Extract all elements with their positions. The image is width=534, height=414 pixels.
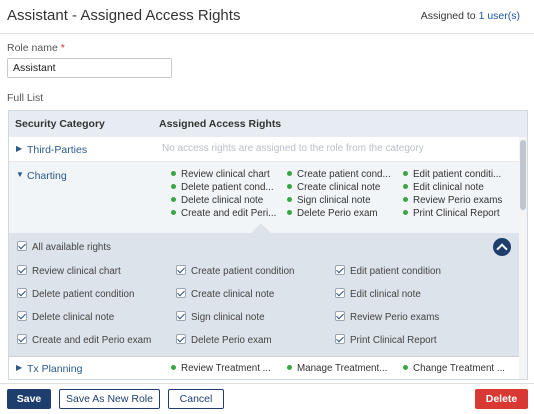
checkmark-icon[interactable]	[176, 288, 186, 298]
checkmark-icon[interactable]	[335, 311, 345, 321]
assigned-right-item: Create clinical note	[287, 182, 380, 193]
caret-right-icon[interactable]: ▶	[16, 144, 22, 153]
right-checkbox[interactable]: Edit clinical note	[335, 288, 421, 300]
right-checkbox[interactable]: Delete clinical note	[17, 311, 114, 323]
scrollbar-thumb[interactable]	[520, 140, 526, 210]
green-dot-icon	[171, 210, 176, 215]
checkmark-icon[interactable]	[17, 288, 27, 298]
charting-rights-panel: All available rights Review clinical cha…	[9, 223, 519, 356]
green-dot-icon	[287, 210, 292, 215]
access-rights-table: Security Category Assigned Access Rights…	[8, 110, 528, 380]
assigned-right-item: Delete clinical note	[171, 195, 263, 206]
checkmark-icon[interactable]	[17, 241, 27, 251]
right-checkbox[interactable]: Review Perio exams	[335, 311, 439, 323]
chevron-up-icon[interactable]	[493, 238, 511, 256]
save-as-new-role-button[interactable]: Save As New Role	[59, 389, 160, 409]
page-header: Assistant - Assigned Access Rights Assig…	[0, 0, 534, 34]
assigned-users: Assigned to 1 user(s)	[421, 10, 520, 22]
green-dot-icon	[287, 197, 292, 202]
delete-button[interactable]: Delete	[475, 389, 528, 409]
green-dot-icon	[287, 365, 292, 370]
assigned-right-item: Sign clinical note	[287, 195, 371, 206]
green-dot-icon	[171, 197, 176, 202]
green-dot-icon	[171, 184, 176, 189]
green-dot-icon	[403, 184, 408, 189]
green-dot-icon	[287, 184, 292, 189]
all-rights-checkbox[interactable]: All available rights	[17, 241, 111, 253]
page-title: Assistant - Assigned Access Rights	[7, 7, 241, 24]
checkmark-icon[interactable]	[176, 311, 186, 321]
col-assigned-access-rights: Assigned Access Rights	[159, 118, 282, 130]
green-dot-icon	[403, 197, 408, 202]
category-name: Charting	[27, 170, 67, 182]
assigned-right-item: Change Treatment ...	[403, 363, 505, 374]
green-dot-icon	[403, 210, 408, 215]
assigned-right-item: Create and edit Peri...	[171, 208, 276, 219]
role-name-label: Role name *	[7, 42, 65, 54]
checkmark-icon[interactable]	[17, 334, 27, 344]
checkmark-icon[interactable]	[335, 334, 345, 344]
right-checkbox[interactable]: Delete Perio exam	[176, 334, 272, 346]
checkmark-icon[interactable]	[335, 265, 345, 275]
assigned-right-item: Manage Treatment...	[287, 363, 387, 374]
save-button[interactable]: Save	[7, 389, 51, 409]
checkmark-icon[interactable]	[176, 334, 186, 344]
right-checkbox[interactable]: Print Clinical Report	[335, 334, 437, 346]
caret-down-icon[interactable]: ▼	[16, 170, 24, 179]
full-list-label: Full List	[7, 92, 44, 104]
category-row-charting[interactable]: ▼ Charting Review clinical chart Delete …	[9, 162, 519, 233]
assigned-right-item: Edit clinical note	[403, 182, 484, 193]
category-row-tx-planning[interactable]: ▶ Tx Planning Review Treatment ... Manag…	[9, 356, 519, 379]
right-checkbox[interactable]: Create patient condition	[176, 265, 294, 277]
category-name: Third-Parties	[27, 144, 88, 156]
green-dot-icon	[171, 365, 176, 370]
role-name-label-text: Role name	[7, 42, 58, 54]
checkmark-icon[interactable]	[17, 265, 27, 275]
assigned-right-item: Print Clinical Report	[403, 208, 500, 219]
assigned-right-item: Delete Perio exam	[287, 208, 378, 219]
right-checkbox[interactable]: Delete patient condition	[17, 288, 134, 300]
checkmark-icon[interactable]	[176, 265, 186, 275]
assigned-right-item: Review Perio exams	[403, 195, 502, 206]
assigned-users-link[interactable]: 1 user(s)	[479, 10, 520, 22]
green-dot-icon	[403, 171, 408, 176]
assigned-right-item: Review clinical chart	[171, 169, 270, 180]
checkmark-icon[interactable]	[335, 288, 345, 298]
checkmark-icon[interactable]	[17, 311, 27, 321]
right-checkbox[interactable]: Sign clinical note	[176, 311, 265, 323]
right-checkbox[interactable]: Edit patient condition	[335, 265, 441, 277]
green-dot-icon	[287, 171, 292, 176]
assigned-right-item: Create patient cond...	[287, 169, 391, 180]
table-header: Security Category Assigned Access Rights	[9, 111, 527, 137]
assigned-right-item: Delete patient cond...	[171, 182, 274, 193]
caret-right-icon[interactable]: ▶	[16, 363, 22, 372]
assigned-prefix: Assigned to	[420, 10, 479, 22]
footer-bar: Save Save As New Role Cancel Delete	[0, 383, 534, 414]
green-dot-icon	[403, 365, 408, 370]
cancel-button[interactable]: Cancel	[168, 389, 224, 409]
assigned-right-item: Review Treatment ...	[171, 363, 271, 374]
assigned-right-item: Edit patient conditi...	[403, 169, 501, 180]
col-security-category: Security Category	[15, 118, 105, 130]
right-checkbox[interactable]: Review clinical chart	[17, 265, 121, 277]
required-marker: *	[60, 42, 65, 54]
role-name-input[interactable]	[7, 58, 172, 78]
right-checkbox[interactable]: Create and edit Perio exam	[17, 334, 151, 346]
green-dot-icon	[171, 171, 176, 176]
right-checkbox[interactable]: Create clinical note	[176, 288, 274, 300]
table-scrollbar[interactable]	[519, 137, 527, 379]
category-name: Tx Planning	[27, 363, 83, 375]
no-rights-text: No access rights are assigned to the rol…	[162, 143, 424, 154]
category-row-third-parties[interactable]: ▶ Third-Parties No access rights are ass…	[9, 137, 519, 162]
